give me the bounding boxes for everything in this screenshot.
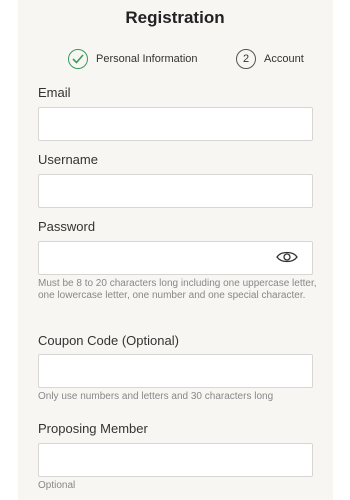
check-circle-icon — [68, 49, 88, 69]
coupon-field[interactable] — [38, 354, 313, 388]
step-account: 2 Account — [236, 48, 304, 70]
step-indicator: Personal Information 2 Account — [0, 48, 350, 70]
step-personal-information: Personal Information — [68, 48, 198, 70]
eye-icon[interactable] — [276, 247, 298, 267]
proposing-member-label: Proposing Member — [38, 421, 148, 436]
step-label: Account — [264, 53, 304, 65]
page-title: Registration — [125, 8, 225, 27]
password-field[interactable] — [38, 241, 313, 275]
email-field[interactable] — [38, 107, 313, 141]
password-hint: Must be 8 to 20 characters long includin… — [38, 278, 317, 301]
username-label: Username — [38, 152, 98, 167]
step-number: 2 — [236, 49, 256, 69]
email-label: Email — [38, 85, 71, 100]
step-label: Personal Information — [96, 53, 198, 65]
coupon-label: Coupon Code (Optional) — [38, 333, 179, 348]
password-label: Password — [38, 219, 96, 234]
proposing-member-hint: Optional — [38, 480, 76, 491]
username-field[interactable] — [38, 174, 313, 208]
proposing-member-field[interactable] — [38, 443, 313, 477]
coupon-hint: Only use numbers and letters and 30 char… — [38, 391, 274, 402]
